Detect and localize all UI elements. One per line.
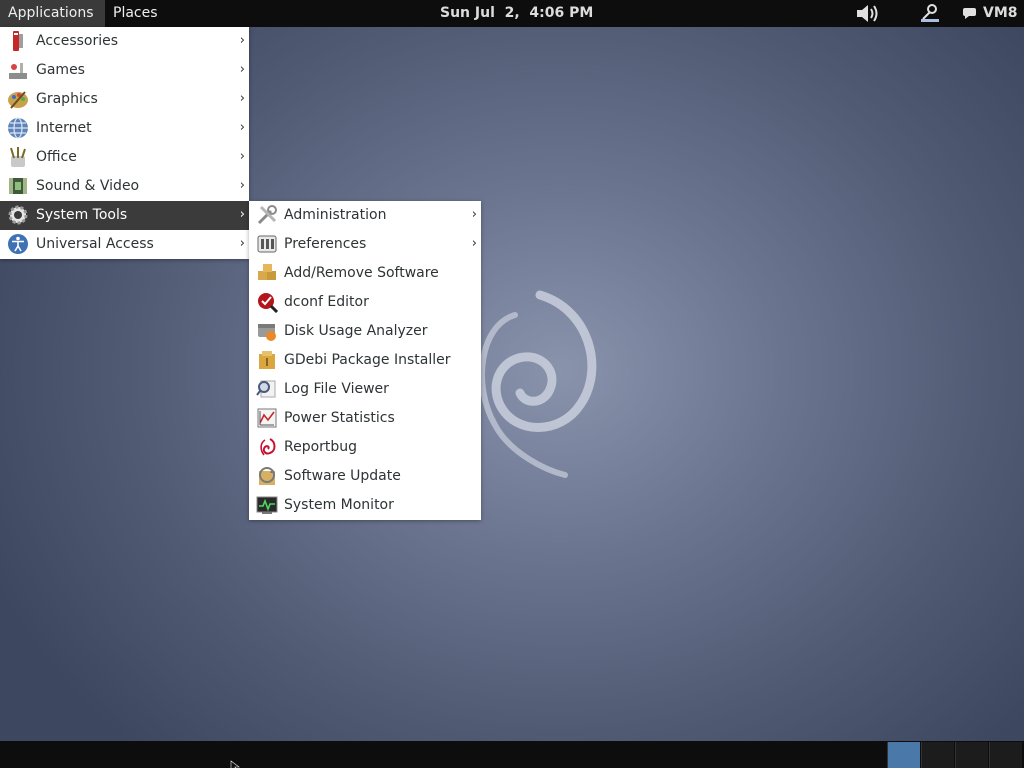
submenu-arrow-icon: › (239, 91, 245, 106)
workspace-2[interactable] (921, 742, 954, 768)
submenu-arrow-icon: › (471, 207, 477, 222)
places-menu-button[interactable]: Places (105, 0, 175, 27)
menu-item-reportbug[interactable]: Reportbug (249, 433, 481, 462)
graphics-icon (8, 91, 28, 109)
menu-item-software-update[interactable]: Software Update (249, 462, 481, 491)
submenu-arrow-icon: › (239, 33, 245, 48)
menu-item-gdebi-package-installer[interactable]: GDebi Package Installer (249, 346, 481, 375)
dconf-icon (258, 293, 278, 313)
menu-item-label: dconf Editor (284, 294, 369, 310)
menu-item-label: Internet (36, 120, 92, 136)
workspace-4[interactable] (989, 742, 1022, 768)
accessibility-icon (8, 234, 28, 254)
applications-menu-button[interactable]: Applications (0, 0, 105, 27)
menu-item-label: Accessories (36, 33, 119, 49)
preferences-icon (257, 235, 277, 253)
menu-item-label: System Tools (36, 207, 128, 223)
submenu-arrow-icon: › (239, 62, 245, 77)
menu-item-system-monitor[interactable]: System Monitor (249, 491, 481, 520)
tools-icon (257, 205, 277, 225)
menu-item-internet[interactable]: Internet › (0, 114, 249, 143)
menu-item-graphics[interactable]: Graphics › (0, 85, 249, 114)
disk-usage-icon (258, 324, 276, 341)
chat-icon[interactable] (962, 7, 977, 20)
software-update-icon (259, 467, 275, 485)
user-menu-label[interactable]: VM8 (983, 0, 1018, 27)
menu-item-label: GDebi Package Installer (284, 352, 451, 368)
system-monitor-icon (256, 496, 278, 514)
submenu-arrow-icon: › (471, 236, 477, 251)
bottom-panel (0, 741, 1024, 768)
menu-item-dconf-editor[interactable]: dconf Editor (249, 288, 481, 317)
menu-item-label: Log File Viewer (284, 381, 389, 397)
debian-swirl-icon (260, 438, 276, 456)
top-panel: Applications Places Sun Jul 2, 4:06 PM V… (0, 0, 1024, 27)
submenu-arrow-icon: › (239, 207, 245, 222)
submenu-arrow-icon: › (239, 236, 245, 251)
menu-item-label: Reportbug (284, 439, 358, 455)
menu-item-sound-video[interactable]: Sound & Video › (0, 172, 249, 201)
power-stats-icon (257, 408, 277, 428)
volume-icon[interactable] (855, 4, 881, 23)
menu-item-label: Preferences (284, 236, 367, 252)
menu-item-label: Software Update (284, 468, 401, 484)
gear-icon (8, 205, 28, 225)
package-icon (258, 264, 276, 280)
menu-item-power-statistics[interactable]: Power Statistics (249, 404, 481, 433)
submenu-arrow-icon: › (239, 120, 245, 135)
games-icon (9, 63, 27, 79)
log-viewer-icon (256, 380, 276, 398)
internet-globe-icon (8, 117, 28, 139)
menu-item-games[interactable]: Games › (0, 56, 249, 85)
menu-item-label: Administration (284, 207, 387, 223)
office-icon (10, 147, 26, 167)
user-status-icon[interactable] (918, 3, 942, 24)
menu-item-label: Power Statistics (284, 410, 395, 426)
mouse-cursor-icon (230, 760, 240, 768)
menu-item-label: System Monitor (284, 497, 394, 513)
menu-item-universal-access[interactable]: Universal Access › (0, 230, 249, 259)
desktop[interactable]: Applications Places Sun Jul 2, 4:06 PM V… (0, 0, 1024, 768)
clock[interactable]: Sun Jul 2, 4:06 PM (440, 0, 593, 27)
menu-item-label: Graphics (36, 91, 98, 107)
workspace-1[interactable] (887, 742, 920, 768)
menu-item-add-remove-software[interactable]: Add/Remove Software (249, 259, 481, 288)
menu-item-label: Sound & Video (36, 178, 140, 194)
menu-item-administration[interactable]: Administration › (249, 201, 481, 230)
menu-item-preferences[interactable]: Preferences › (249, 230, 481, 259)
menu-item-label: Games (36, 62, 85, 78)
menu-item-label: Add/Remove Software (284, 265, 439, 281)
menu-item-label: Office (36, 149, 77, 165)
system-tools-submenu: Administration › Preferences › Add/Remov… (249, 201, 481, 520)
menu-item-label: Disk Usage Analyzer (284, 323, 428, 339)
menu-item-log-file-viewer[interactable]: Log File Viewer (249, 375, 481, 404)
menu-item-office[interactable]: Office › (0, 143, 249, 172)
applications-menu: Accessories › Games › Graphics › Interne… (0, 27, 249, 259)
submenu-arrow-icon: › (239, 178, 245, 193)
menu-item-system-tools[interactable]: System Tools › (0, 201, 249, 230)
menu-item-label: Universal Access (36, 236, 154, 252)
gdebi-icon (259, 351, 275, 369)
menu-item-accessories[interactable]: Accessories › (0, 27, 249, 56)
accessories-icon (13, 31, 23, 51)
workspace-3[interactable] (955, 742, 988, 768)
menu-item-disk-usage-analyzer[interactable]: Disk Usage Analyzer (249, 317, 481, 346)
sound-video-icon (9, 178, 27, 194)
submenu-arrow-icon: › (239, 149, 245, 164)
